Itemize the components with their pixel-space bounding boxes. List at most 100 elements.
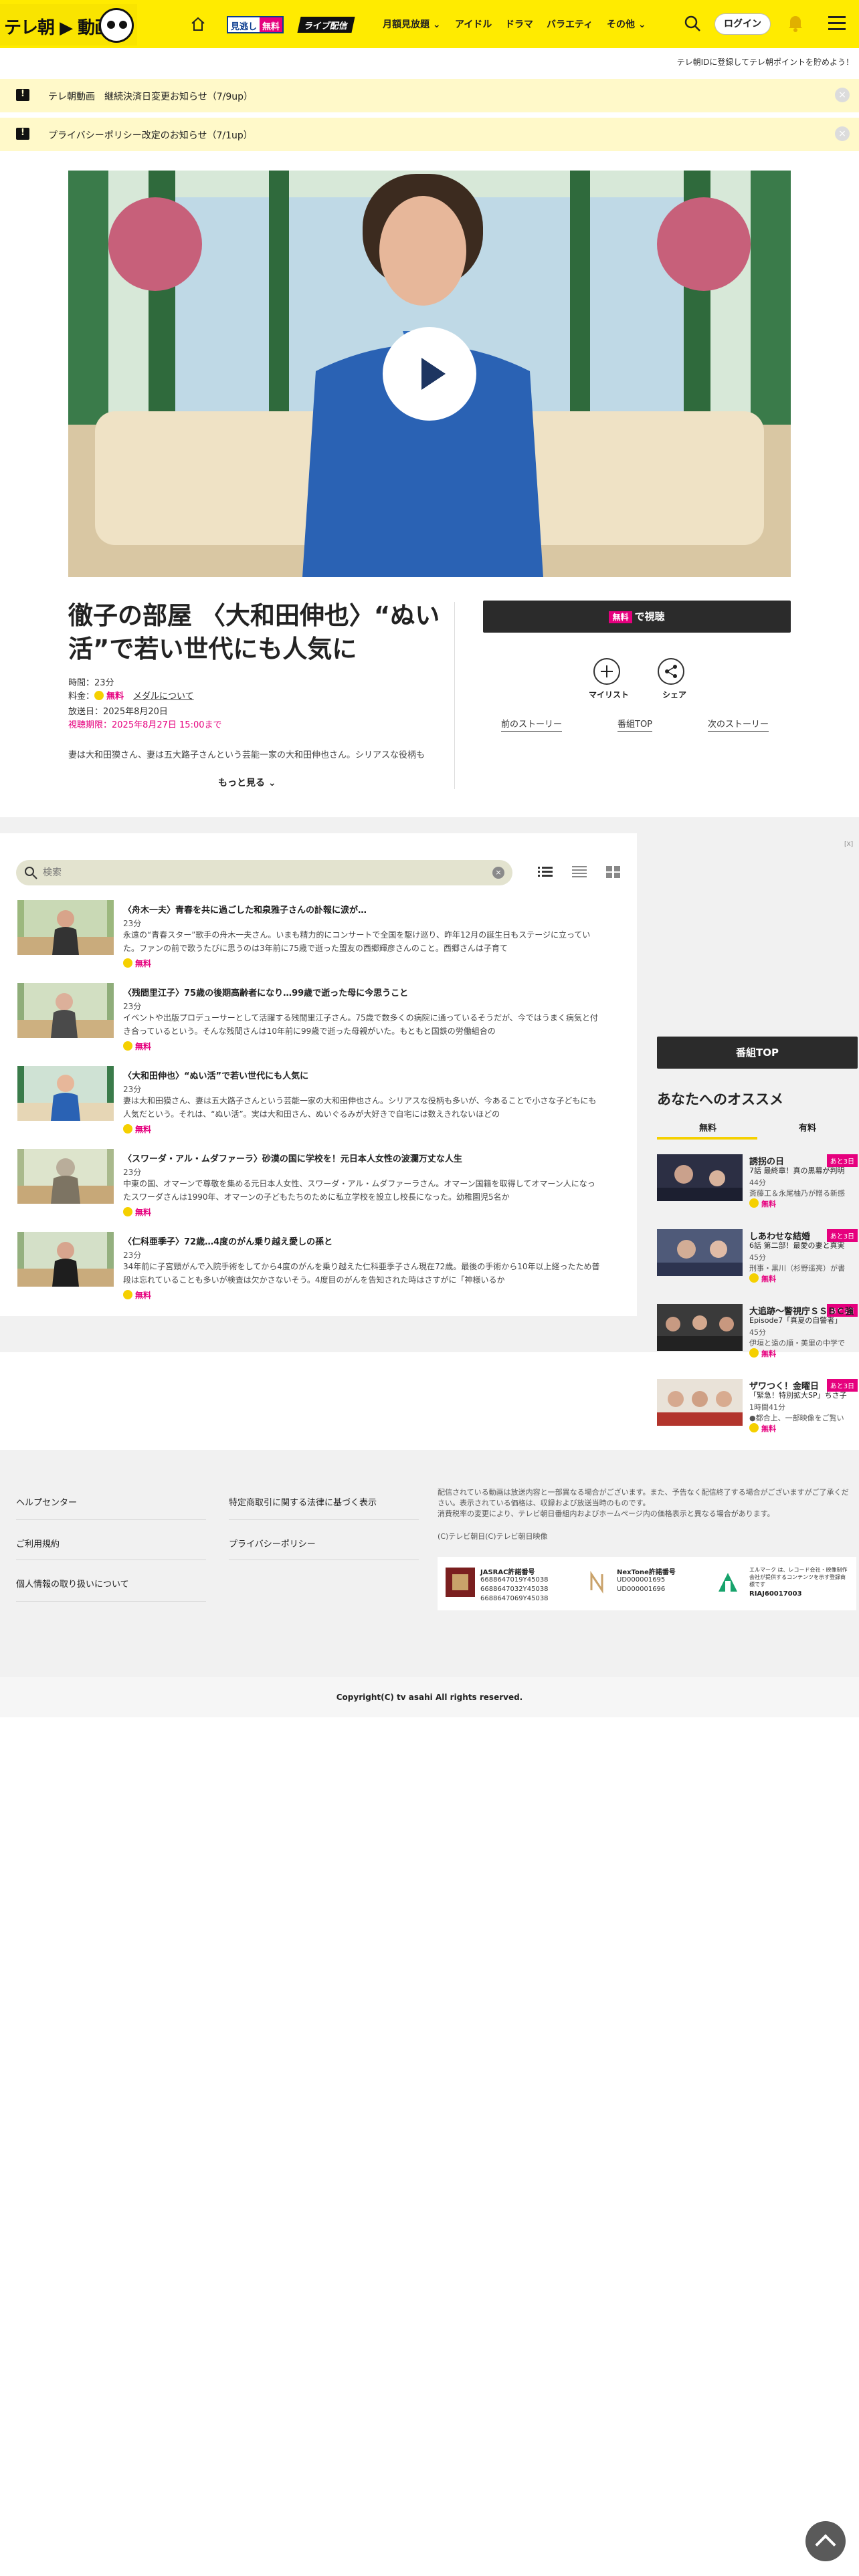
footer-link-terms[interactable]: ご利用規約: [16, 1537, 60, 1549]
scroll-to-top-button[interactable]: [805, 2521, 846, 2561]
episode-search-input[interactable]: [43, 865, 478, 881]
logo-text: テレ朝 ▶ 動画: [4, 18, 112, 38]
footer-note: 消費税率の変更により、テレビ朝日番組内およびホームページ内の価格表示と異なる場合…: [438, 1509, 775, 1518]
notice-text[interactable]: プライバシーポリシー改定のお知らせ（7/1up）: [48, 128, 253, 142]
episode-description: 妻は大和田獏さん、妻は五大路子さんという芸能一家の大和田伸也さん。シリアスな役柄…: [123, 1096, 597, 1119]
notice-icon: [16, 128, 29, 140]
recommend-thumbnail: [657, 1154, 743, 1201]
episode-title[interactable]: 〈舟木一夫〉青春を共に過ごした和泉雅子さんの訃報に涙が…: [123, 903, 367, 916]
episode-item[interactable]: 〈大和田伸也〉“ぬい活”で若い世代にも人気に 23分 妻は大和田獏さん、妻は五大…: [17, 1066, 606, 1141]
live-badge[interactable]: ライブ配信: [297, 17, 355, 33]
mylist-button[interactable]: [593, 658, 620, 685]
recommend-item[interactable]: あと3日 大追跡～警視庁ＳＳＢＣ強 Episode7「真夏の自警者」 45分 伊…: [657, 1304, 858, 1371]
nav-monthly[interactable]: 月額見放題 ⌄: [383, 17, 441, 31]
login-button[interactable]: ログイン: [714, 13, 771, 35]
close-icon[interactable]: ×: [835, 126, 850, 141]
miss-free-badge[interactable]: 見逃し 無料: [227, 16, 284, 33]
recommend-subtitle: 「緊急！特別拡大SP」ちさ子: [749, 1391, 847, 1400]
recommend-subtitle: 7話 最終章！真の黒幕が判明: [749, 1166, 845, 1175]
copyright: Copyright(C) tv asahi All rights reserve…: [0, 1677, 859, 1717]
episode-item[interactable]: 〈残間里江子〉75歳の後期高齢者になり…99歳で逝った母に今思うこと 23分 イ…: [17, 983, 606, 1058]
more-button[interactable]: もっと見る ⌄: [218, 776, 276, 789]
episode-item[interactable]: 〈仁科亜季子〉72歳…4度のがん乗り越え愛しの孫と 23分 34年前に子宮頸がん…: [17, 1232, 606, 1307]
plus-icon: [601, 665, 613, 677]
episode-thumbnail[interactable]: [17, 1232, 114, 1287]
nav-idol[interactable]: アイドル: [455, 17, 492, 31]
notice-text[interactable]: テレ朝動画 継続決済日変更お知らせ（7/9up）: [48, 90, 253, 103]
miss-label: 見逃し: [231, 22, 258, 32]
episode-description: 中東の国、オマーンで尊敬を集める元日本人女性、スワーダ・アル・ムダファーラさん。…: [123, 1179, 595, 1202]
home-icon[interactable]: [190, 16, 206, 32]
nav-variety[interactable]: バラエティ: [547, 17, 593, 31]
search-icon[interactable]: [684, 15, 701, 32]
episode-title[interactable]: 〈大和田伸也〉“ぬい活”で若い世代にも人気に: [123, 1069, 308, 1081]
recommend-description: ●都合上、一部映像をご覧い: [749, 1414, 844, 1422]
footer-link-tokushoho[interactable]: 特定商取引に関する法律に基づく表示: [229, 1495, 377, 1508]
l-mark-logo: [713, 1568, 743, 1597]
free-badge: 無料: [749, 1423, 776, 1434]
episode-duration: 23分: [123, 1085, 142, 1094]
tab-paid[interactable]: 有料: [799, 1121, 816, 1134]
episode-thumbnail[interactable]: [17, 983, 114, 1038]
promo-text[interactable]: テレ朝IDに登録してテレ朝ポイントを貯めよう！: [677, 56, 854, 68]
recommend-duration: 1時間41分: [749, 1403, 785, 1412]
video-player[interactable]: [68, 171, 791, 577]
notice-bar-1[interactable]: テレ朝動画 継続決済日変更お知らせ（7/9up） ×: [0, 79, 859, 112]
episode-title[interactable]: 〈仁科亜季子〉72歳…4度のがん乗り越え愛しの孫と: [123, 1235, 332, 1247]
episode-title[interactable]: 〈スワーダ・アル・ムダファーラ〉砂漠の国に学校を！元日本人女性の波瀾万丈な人生: [123, 1152, 462, 1164]
nav-drama[interactable]: ドラマ: [505, 17, 533, 31]
price-row: 料金： 無料 メダルについて: [68, 689, 194, 702]
footer-link-help[interactable]: ヘルプセンター: [16, 1495, 77, 1508]
recommend-description: 刑事・黒川（杉野遥亮）が書: [749, 1264, 845, 1273]
free-badge: 無料: [123, 1123, 151, 1135]
recommend-item[interactable]: あと3日 しあわせな結婚 6話 第二部！最愛の妻と真実 45分 刑事・黒川（杉野…: [657, 1229, 858, 1296]
compact-view-icon[interactable]: [572, 865, 587, 879]
episode-thumbnail[interactable]: [17, 1149, 114, 1204]
list-view-icon[interactable]: [538, 865, 553, 879]
watch-free-badge: 無料: [609, 611, 632, 623]
recommend-thumbnail: [657, 1229, 743, 1276]
episode-item[interactable]: 〈舟木一夫〉青春を共に過ごした和泉雅子さんの訃報に涙が… 23分 永遠の“青春ス…: [17, 900, 606, 975]
nav-other[interactable]: その他 ⌄: [607, 17, 646, 31]
episode-item[interactable]: 〈スワーダ・アル・ムダファーラ〉砂漠の国に学校を！元日本人女性の波瀾万丈な人生 …: [17, 1149, 606, 1224]
jasrac-label: JASRAC許諾番号: [480, 1569, 535, 1576]
tab-free[interactable]: 無料: [699, 1121, 717, 1134]
recommend-title: あなたへのオススメ: [657, 1091, 783, 1107]
free-badge: 無料: [749, 1348, 776, 1359]
recommend-description: 伊垣と遠の順・美里の中学で: [749, 1339, 845, 1348]
license-box: JASRAC許諾番号 6688647019Y45038 6688647032Y4…: [438, 1557, 856, 1610]
medal-link[interactable]: メダルについて: [133, 691, 194, 702]
watch-button[interactable]: 無料 で視聴: [483, 601, 791, 633]
footer-link-personal-info[interactable]: 個人情報の取り扱いについて: [16, 1577, 129, 1590]
episode-search[interactable]: ×: [16, 860, 512, 885]
next-story-link[interactable]: 次のストーリー: [708, 717, 769, 732]
free-badge: 無料: [123, 1289, 151, 1301]
bell-icon[interactable]: [787, 13, 804, 32]
footer-link-privacy[interactable]: プライバシーポリシー: [229, 1537, 316, 1549]
episode-thumbnail[interactable]: [17, 1066, 114, 1121]
hamburger-menu-icon[interactable]: [828, 16, 846, 31]
program-top-link[interactable]: 番組TOP: [617, 717, 653, 732]
close-icon[interactable]: ×: [835, 88, 850, 102]
notice-bar-2[interactable]: プライバシーポリシー改定のお知らせ（7/1up） ×: [0, 118, 859, 151]
grid-view-icon[interactable]: [606, 865, 621, 879]
episode-title[interactable]: 〈残間里江子〉75歳の後期高齢者になり…99歳で逝った母に今思うこと: [123, 986, 408, 998]
program-description: 妻は大和田獏さん、妻は五大路子さんという芸能一家の大和田伸也さん。シリアスな役柄…: [68, 750, 425, 760]
prev-story-link[interactable]: 前のストーリー: [501, 717, 563, 732]
price-label: 料金：: [68, 691, 95, 702]
recommend-thumbnail: [657, 1379, 743, 1426]
site-logo[interactable]: テレ朝 ▶ 動画: [0, 4, 137, 45]
play-button[interactable]: [383, 327, 476, 421]
recommend-item[interactable]: あと3日 ザワつく！金曜日 「緊急！特別拡大SP」ちさ子 1時間41分 ●都合上…: [657, 1379, 858, 1446]
divider: [454, 602, 455, 789]
recommend-item[interactable]: あと3日 誘拐の日 7話 最終章！真の黒幕が判明 44分 斎藤工＆永尾柚乃が贈る…: [657, 1154, 858, 1221]
clear-icon[interactable]: ×: [492, 867, 504, 879]
episode-thumbnail[interactable]: [17, 900, 114, 955]
program-top-button[interactable]: 番組TOP: [657, 1037, 858, 1069]
jasrac-number: 6688647069Y45038: [480, 1595, 549, 1602]
share-button[interactable]: [658, 658, 684, 685]
nextone-label: NexTone許諾番号: [617, 1569, 676, 1576]
mascot-icon: [99, 8, 134, 43]
episode-description: イベントや出版プロデューサーとして活躍する残間里江子さん。75歳で数多くの病院に…: [123, 1013, 598, 1036]
divider: [16, 1601, 206, 1602]
